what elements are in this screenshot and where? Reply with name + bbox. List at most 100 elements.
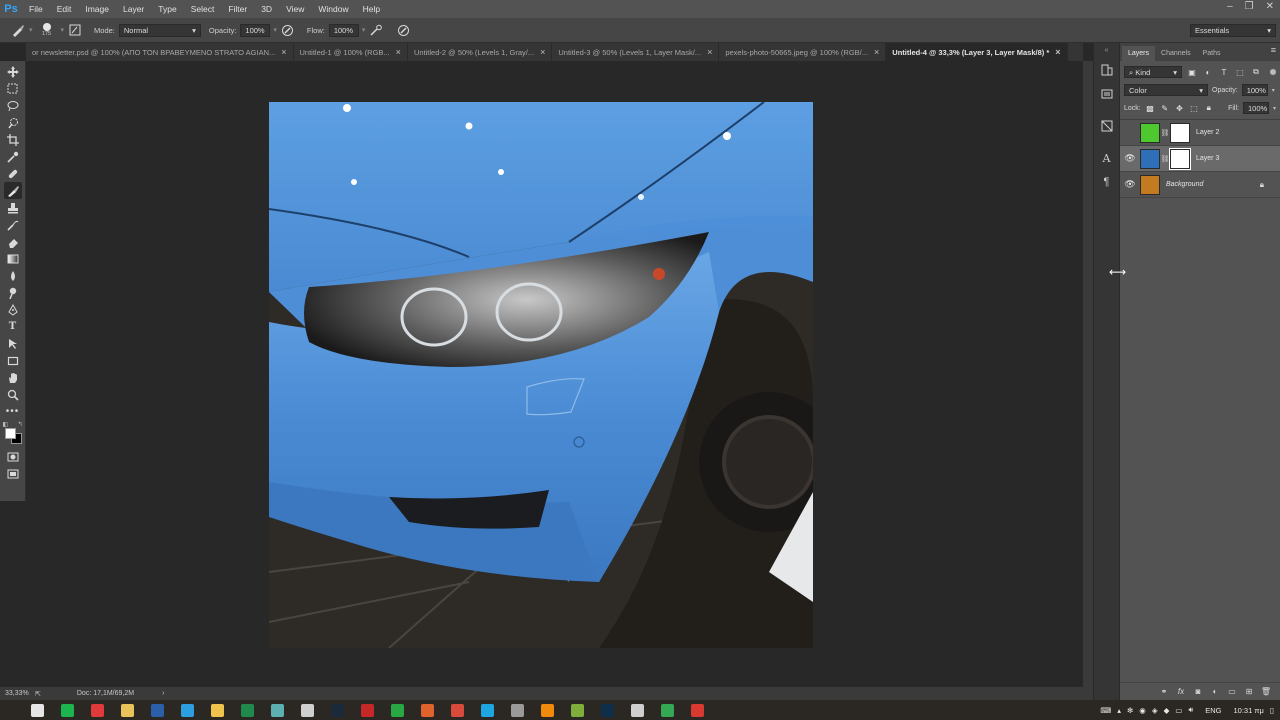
eyedropper-tool-icon[interactable] bbox=[4, 148, 22, 165]
chevron-down-icon[interactable]: ▾ bbox=[273, 26, 277, 34]
brush-tool-icon[interactable] bbox=[3, 182, 22, 199]
close-tab-icon[interactable]: × bbox=[707, 47, 712, 57]
lock-icon[interactable]: 🔒︎ bbox=[1260, 180, 1264, 190]
taskbar-steam-button[interactable] bbox=[622, 700, 652, 720]
taskbar-chrome-button[interactable] bbox=[652, 700, 682, 720]
foreground-color-swatch[interactable] bbox=[4, 428, 16, 439]
zoom-tool-icon[interactable] bbox=[4, 386, 22, 403]
airbrush-icon[interactable] bbox=[368, 22, 384, 38]
tray-app-icon[interactable]: ◈ bbox=[1152, 706, 1158, 715]
move-tool-icon[interactable] bbox=[4, 63, 22, 80]
gradient-tool-icon[interactable] bbox=[4, 250, 22, 267]
taskbar-photoshop-button[interactable] bbox=[592, 700, 622, 720]
menu-type[interactable]: Type bbox=[151, 0, 183, 18]
paragraph-panel-icon[interactable]: ¶ bbox=[1098, 174, 1116, 190]
menu-edit[interactable]: Edit bbox=[50, 0, 79, 18]
history-panel-icon[interactable] bbox=[1098, 62, 1116, 78]
hand-tool-icon[interactable] bbox=[4, 369, 22, 386]
layer-row[interactable]: 👁︎ ⛓︎ Layer 3 bbox=[1120, 146, 1280, 172]
document-tab[interactable]: Untitled-1 @ 100% (RGB... × bbox=[294, 43, 408, 61]
menu-file[interactable]: File bbox=[22, 0, 50, 18]
close-tab-icon[interactable]: × bbox=[874, 47, 879, 57]
eye-icon[interactable]: 👁︎ bbox=[1120, 179, 1140, 190]
taskbar-notes-button[interactable] bbox=[202, 700, 232, 720]
document-tab[interactable]: Untitled-4 @ 33,3% (Layer 3, Layer Mask/… bbox=[886, 43, 1068, 61]
tray-chevron-icon[interactable]: ▴ bbox=[1117, 706, 1121, 715]
path-selection-tool-icon[interactable] bbox=[4, 335, 22, 352]
layer-row[interactable]: 👁︎ Background 🔒︎ bbox=[1120, 172, 1280, 198]
brush-panel-toggle-icon[interactable] bbox=[67, 22, 83, 38]
notifications-icon[interactable]: ▯ bbox=[1270, 706, 1274, 715]
clone-stamp-tool-icon[interactable] bbox=[4, 199, 22, 216]
mode-select[interactable]: Normal ▾ bbox=[118, 23, 201, 37]
lock-all-icon[interactable]: 🔒︎ bbox=[1203, 102, 1214, 114]
tab-layers[interactable]: Layers bbox=[1122, 46, 1156, 61]
filter-type-icon[interactable]: T bbox=[1218, 66, 1230, 78]
collapse-arrows-icon[interactable]: « bbox=[1105, 47, 1109, 54]
vertical-scrollbar[interactable] bbox=[1083, 61, 1093, 687]
layer-thumbnail[interactable] bbox=[1140, 148, 1160, 169]
layer-row[interactable]: ⛓︎ Layer 2 bbox=[1120, 120, 1280, 146]
history-brush-tool-icon[interactable] bbox=[4, 216, 22, 233]
adjustments-panel-icon[interactable] bbox=[1098, 118, 1116, 134]
new-layer-icon[interactable]: ⊞ bbox=[1243, 686, 1255, 698]
lock-position-icon[interactable]: ✥ bbox=[1174, 102, 1185, 114]
add-mask-icon[interactable]: ◙ bbox=[1192, 686, 1204, 698]
opacity-input[interactable]: 100% bbox=[240, 23, 271, 37]
new-group-icon[interactable]: ▭ bbox=[1226, 686, 1238, 698]
document-canvas[interactable] bbox=[269, 102, 813, 648]
taskbar-calculator-button[interactable] bbox=[292, 700, 322, 720]
close-tab-icon[interactable]: × bbox=[540, 47, 545, 57]
rectangle-tool-icon[interactable] bbox=[4, 352, 22, 369]
delete-layer-icon[interactable]: 🗑︎ bbox=[1260, 686, 1272, 698]
status-menu-arrow[interactable]: › bbox=[162, 690, 164, 697]
minimize-button[interactable]: – bbox=[1227, 0, 1233, 14]
document-tab[interactable]: or newsletter.psd @ 100% (ΑΠΟ ΤΟΝ ΒΡΑΒΕΥ… bbox=[26, 43, 294, 61]
restore-button[interactable]: ❐ bbox=[1245, 0, 1254, 14]
tray-app2-icon[interactable]: ◆ bbox=[1164, 706, 1170, 715]
taskbar-filezilla-button[interactable] bbox=[352, 700, 382, 720]
menu-select[interactable]: Select bbox=[184, 0, 222, 18]
menu-3d[interactable]: 3D bbox=[254, 0, 279, 18]
workspace-select[interactable]: Essentials ▾ bbox=[1190, 24, 1276, 37]
export-icon[interactable]: ⇱ bbox=[35, 690, 41, 698]
taskbar-skype-button[interactable] bbox=[472, 700, 502, 720]
taskbar-monitor-button[interactable] bbox=[262, 700, 292, 720]
taskbar-task-view-button[interactable] bbox=[22, 700, 52, 720]
menu-image[interactable]: Image bbox=[78, 0, 116, 18]
menu-window[interactable]: Window bbox=[311, 0, 355, 18]
character-panel-icon[interactable]: A bbox=[1098, 150, 1116, 166]
taskbar-app-red-button[interactable] bbox=[682, 700, 712, 720]
quick-mask-icon[interactable] bbox=[4, 448, 22, 465]
pen-tool-icon[interactable] bbox=[4, 301, 22, 318]
default-colors-icon[interactable]: ◧ bbox=[3, 421, 9, 428]
fill-input[interactable]: 100% bbox=[1242, 102, 1269, 114]
crop-tool-icon[interactable] bbox=[4, 131, 22, 148]
lock-image-icon[interactable]: ✎ bbox=[1159, 102, 1170, 114]
more-tools-icon[interactable]: ••• bbox=[4, 403, 22, 420]
taskbar-media-button[interactable] bbox=[442, 700, 472, 720]
new-adjustment-icon[interactable]: ◐ bbox=[1209, 686, 1221, 698]
filter-smart-object-icon[interactable]: ⧉ bbox=[1250, 66, 1262, 78]
chevron-down-icon[interactable]: ▾ bbox=[1273, 105, 1276, 112]
close-tab-icon[interactable]: × bbox=[396, 47, 401, 57]
lock-transparent-icon[interactable]: ▩ bbox=[1145, 102, 1156, 114]
properties-panel-icon[interactable] bbox=[1098, 86, 1116, 102]
menu-view[interactable]: View bbox=[279, 0, 311, 18]
layer-mask-thumbnail[interactable] bbox=[1169, 147, 1191, 170]
swap-colors-icon[interactable]: ↰ bbox=[17, 421, 22, 428]
taskbar-edge-green-button[interactable] bbox=[52, 700, 82, 720]
filter-adjustment-icon[interactable]: ◐ bbox=[1202, 66, 1214, 78]
layer-style-icon[interactable]: fx bbox=[1175, 686, 1187, 698]
layer-thumbnail[interactable] bbox=[1140, 122, 1160, 143]
taskbar-chrome-like-button[interactable] bbox=[412, 700, 442, 720]
canvas-area[interactable] bbox=[26, 61, 1083, 687]
layer-thumbnail[interactable] bbox=[1140, 174, 1160, 195]
zoom-level[interactable]: 33,33% bbox=[5, 690, 31, 697]
marquee-tool-icon[interactable] bbox=[4, 80, 22, 97]
filter-shape-icon[interactable]: ⬚ bbox=[1234, 66, 1246, 78]
mask-link-icon[interactable]: ⛓︎ bbox=[1160, 155, 1170, 163]
quick-selection-tool-icon[interactable] bbox=[4, 114, 22, 131]
tab-channels[interactable]: Channels bbox=[1155, 46, 1197, 61]
chevron-down-icon[interactable]: ▾ bbox=[1272, 87, 1275, 94]
